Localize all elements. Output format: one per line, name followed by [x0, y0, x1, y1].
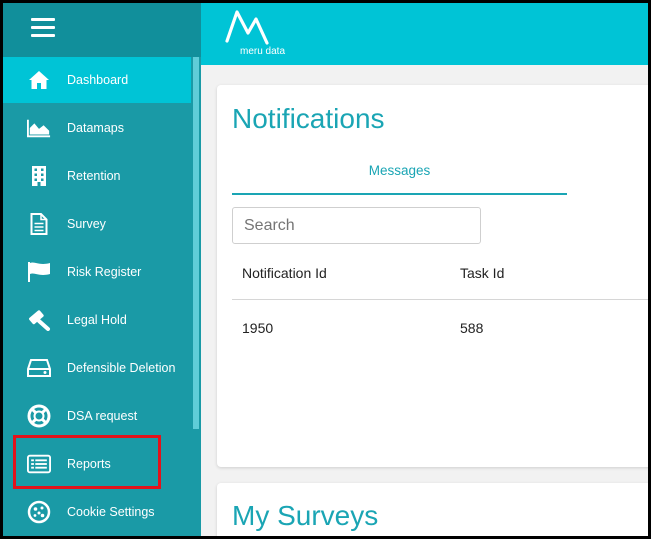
notifications-card: Notifications Messages Notification Id T… [217, 85, 648, 467]
home-icon [27, 69, 51, 91]
column-header-task-id: Task Id [460, 265, 505, 281]
table-header-divider [232, 299, 648, 300]
building-icon [27, 165, 51, 187]
search-input[interactable] [232, 207, 481, 244]
notification-id-cell: 1950 [242, 320, 274, 336]
tab-underline [232, 193, 567, 195]
sidebar-item-retention[interactable]: Retention [3, 153, 191, 199]
reports-highlight-box [13, 435, 161, 489]
sidebar-header [3, 3, 201, 57]
my-surveys-card: My Surveys [217, 483, 648, 536]
tab-messages[interactable]: Messages [232, 157, 567, 197]
top-bar: meru data [201, 3, 648, 65]
sidebar-item-cookie-settings[interactable]: Cookie Settings [3, 489, 191, 535]
sidebar-item-label: Retention [67, 169, 121, 183]
hard-drive-icon [27, 357, 51, 379]
sidebar-scrollbar[interactable] [193, 57, 199, 429]
sidebar: Dashboard Datamaps Retention Survey Risk [3, 3, 201, 536]
column-header-notification-id: Notification Id [242, 265, 327, 281]
area-chart-icon [27, 117, 51, 139]
document-icon [27, 213, 51, 235]
flag-icon [27, 261, 51, 283]
app-window: Dashboard Datamaps Retention Survey Risk [0, 0, 651, 539]
sidebar-item-label: Dashboard [67, 73, 129, 87]
task-id-cell: 588 [460, 320, 484, 336]
life-ring-icon [27, 404, 51, 428]
cookie-icon [27, 500, 51, 524]
sidebar-item-label: DSA request [67, 409, 138, 423]
sidebar-item-label: Survey [67, 217, 106, 231]
gavel-icon [27, 309, 51, 331]
meru-data-logo[interactable]: meru data [221, 7, 285, 59]
sidebar-item-dashboard[interactable]: Dashboard [3, 57, 191, 103]
sidebar-item-label: Defensible Deletion [67, 361, 176, 375]
sidebar-item-label: Legal Hold [67, 313, 127, 327]
logo-text: meru data [240, 46, 286, 57]
notifications-title: Notifications [232, 103, 385, 134]
hamburger-menu-icon[interactable] [31, 18, 55, 38]
my-surveys-title: My Surveys [232, 500, 379, 531]
sidebar-item-label: Risk Register [67, 265, 142, 279]
sidebar-item-dsa-request[interactable]: DSA request [3, 393, 191, 439]
sidebar-item-survey[interactable]: Survey [3, 201, 191, 247]
sidebar-item-datamaps[interactable]: Datamaps [3, 105, 191, 151]
sidebar-item-label: Cookie Settings [67, 505, 155, 519]
sidebar-item-label: Datamaps [67, 121, 124, 135]
sidebar-item-risk-register[interactable]: Risk Register [3, 249, 191, 295]
sidebar-item-defensible-deletion[interactable]: Defensible Deletion [3, 345, 191, 391]
sidebar-item-legal-hold[interactable]: Legal Hold [3, 297, 191, 343]
